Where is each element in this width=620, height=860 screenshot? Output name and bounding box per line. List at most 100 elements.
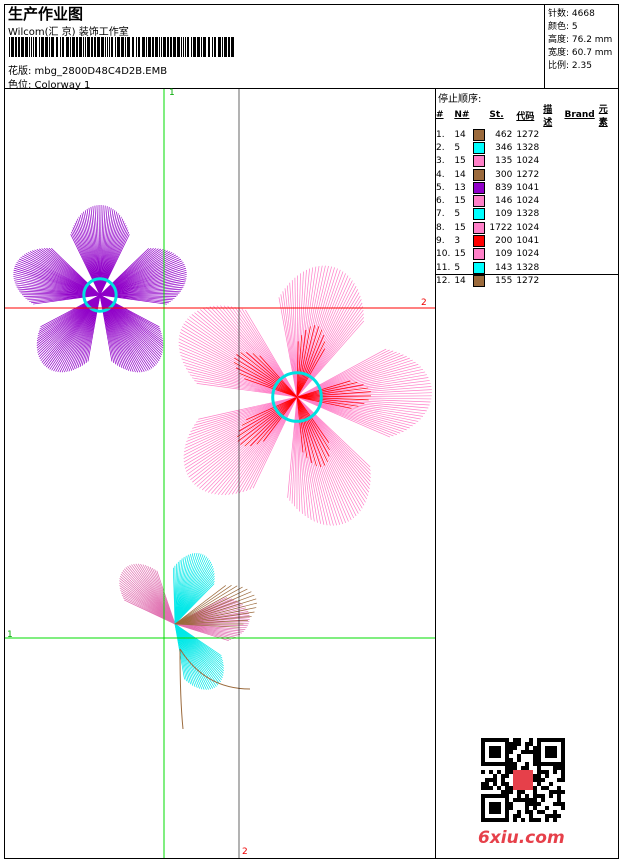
cell-n: 11. bbox=[436, 262, 451, 273]
qr-module bbox=[541, 770, 545, 774]
qr-module bbox=[481, 742, 485, 746]
cell-code: 1328 bbox=[516, 142, 540, 153]
barcode-bar bbox=[224, 37, 227, 57]
qr-module bbox=[493, 806, 497, 810]
cell-st: 146 bbox=[495, 196, 513, 207]
qr-module bbox=[497, 818, 501, 822]
cell-color bbox=[473, 208, 489, 221]
qr-module bbox=[561, 762, 565, 766]
qr-module bbox=[533, 778, 537, 782]
qr-module bbox=[489, 802, 493, 806]
qr-module bbox=[489, 746, 493, 750]
qr-module bbox=[481, 818, 485, 822]
barcode-bar bbox=[105, 37, 106, 57]
qr-module bbox=[561, 790, 565, 794]
barcode-bar bbox=[79, 37, 82, 57]
barcode-bar bbox=[138, 37, 140, 57]
qr-module bbox=[481, 770, 485, 774]
barcode-bar bbox=[107, 37, 108, 57]
height: 高度: 76.2 mm bbox=[548, 35, 613, 45]
cell-n: 5. bbox=[436, 182, 445, 193]
qr-module bbox=[513, 818, 517, 822]
table-row: 7. 5 109 1328 bbox=[436, 208, 620, 221]
qr-module bbox=[481, 758, 485, 762]
qr-module bbox=[481, 762, 485, 766]
qr-module bbox=[497, 750, 501, 754]
qr-module bbox=[489, 750, 493, 754]
qr-module bbox=[501, 774, 505, 778]
cell-st: 109 bbox=[495, 209, 513, 220]
qr-module bbox=[553, 802, 557, 806]
table-row: 2. 5 346 1328 bbox=[436, 141, 620, 154]
barcode-bar bbox=[132, 37, 134, 57]
barcode-bar bbox=[45, 37, 48, 57]
cell-needle: 5 bbox=[454, 142, 461, 153]
qr-module bbox=[561, 742, 565, 746]
qr-module bbox=[529, 742, 533, 746]
qr-module bbox=[561, 766, 565, 770]
qr-module bbox=[505, 754, 509, 758]
cell-needle: 15 bbox=[454, 249, 466, 260]
barcode-bar bbox=[66, 37, 69, 57]
qr-module bbox=[541, 798, 545, 802]
barcode-bar bbox=[181, 37, 182, 57]
qr-module bbox=[489, 794, 493, 798]
column-header: 描述 bbox=[543, 105, 553, 128]
cell-code: 1041 bbox=[516, 236, 540, 247]
qr-module bbox=[557, 766, 561, 770]
barcode-bar bbox=[91, 37, 93, 57]
barcode-bar bbox=[170, 37, 172, 57]
qr-module bbox=[517, 794, 521, 798]
barcode-bar bbox=[94, 37, 96, 57]
cell-color bbox=[473, 155, 489, 168]
barcode-bar bbox=[15, 37, 17, 57]
qr-module bbox=[525, 762, 529, 766]
barcode bbox=[9, 37, 234, 57]
table-row: 10. 15 109 1024 bbox=[436, 248, 620, 261]
qr-module bbox=[545, 750, 549, 754]
design-canvas bbox=[5, 89, 435, 858]
barcode-bar bbox=[183, 37, 184, 57]
qr-module bbox=[481, 806, 485, 810]
cell-color bbox=[473, 128, 489, 141]
design-file: 花版: mbg_2800D48C4D2B.EMB bbox=[8, 66, 168, 77]
qr-module bbox=[517, 790, 521, 794]
barcode-bar bbox=[29, 37, 30, 57]
qr-module bbox=[529, 750, 533, 754]
qr-module bbox=[537, 818, 541, 822]
barcode-bar bbox=[127, 37, 130, 57]
qr-module bbox=[549, 762, 553, 766]
barcode-bar bbox=[146, 37, 147, 57]
barcode-bar bbox=[148, 37, 151, 57]
qr-module bbox=[497, 746, 501, 750]
qr-module bbox=[493, 818, 497, 822]
barcode-bar bbox=[72, 37, 75, 57]
qr-module bbox=[505, 818, 509, 822]
barcode-bar bbox=[214, 37, 216, 57]
qr-module bbox=[537, 782, 541, 786]
qr-module bbox=[561, 778, 565, 782]
column-header: Brand bbox=[564, 110, 595, 120]
table-row: 8. 15 1722 1024 bbox=[436, 221, 620, 234]
barcode-bar bbox=[18, 37, 20, 57]
qr-module bbox=[501, 778, 505, 782]
qr-module bbox=[489, 818, 493, 822]
qr-module bbox=[525, 742, 529, 746]
qr-module bbox=[537, 738, 541, 742]
color-swatch bbox=[473, 221, 486, 234]
qr-module bbox=[489, 806, 493, 810]
cell-n: 4. bbox=[436, 169, 445, 180]
qr-module bbox=[501, 790, 505, 794]
cell-needle: 15 bbox=[454, 196, 466, 207]
qr-module bbox=[513, 766, 517, 770]
table-row: 11. 5 143 1328 bbox=[436, 261, 620, 274]
qr-module bbox=[481, 798, 485, 802]
qr-module bbox=[513, 738, 517, 742]
qr-module bbox=[481, 782, 485, 786]
qr-module bbox=[493, 802, 497, 806]
qr-module bbox=[541, 810, 545, 814]
qr-module bbox=[545, 774, 549, 778]
qr-module bbox=[481, 754, 485, 758]
qr-module bbox=[497, 770, 501, 774]
qr-module bbox=[533, 798, 537, 802]
